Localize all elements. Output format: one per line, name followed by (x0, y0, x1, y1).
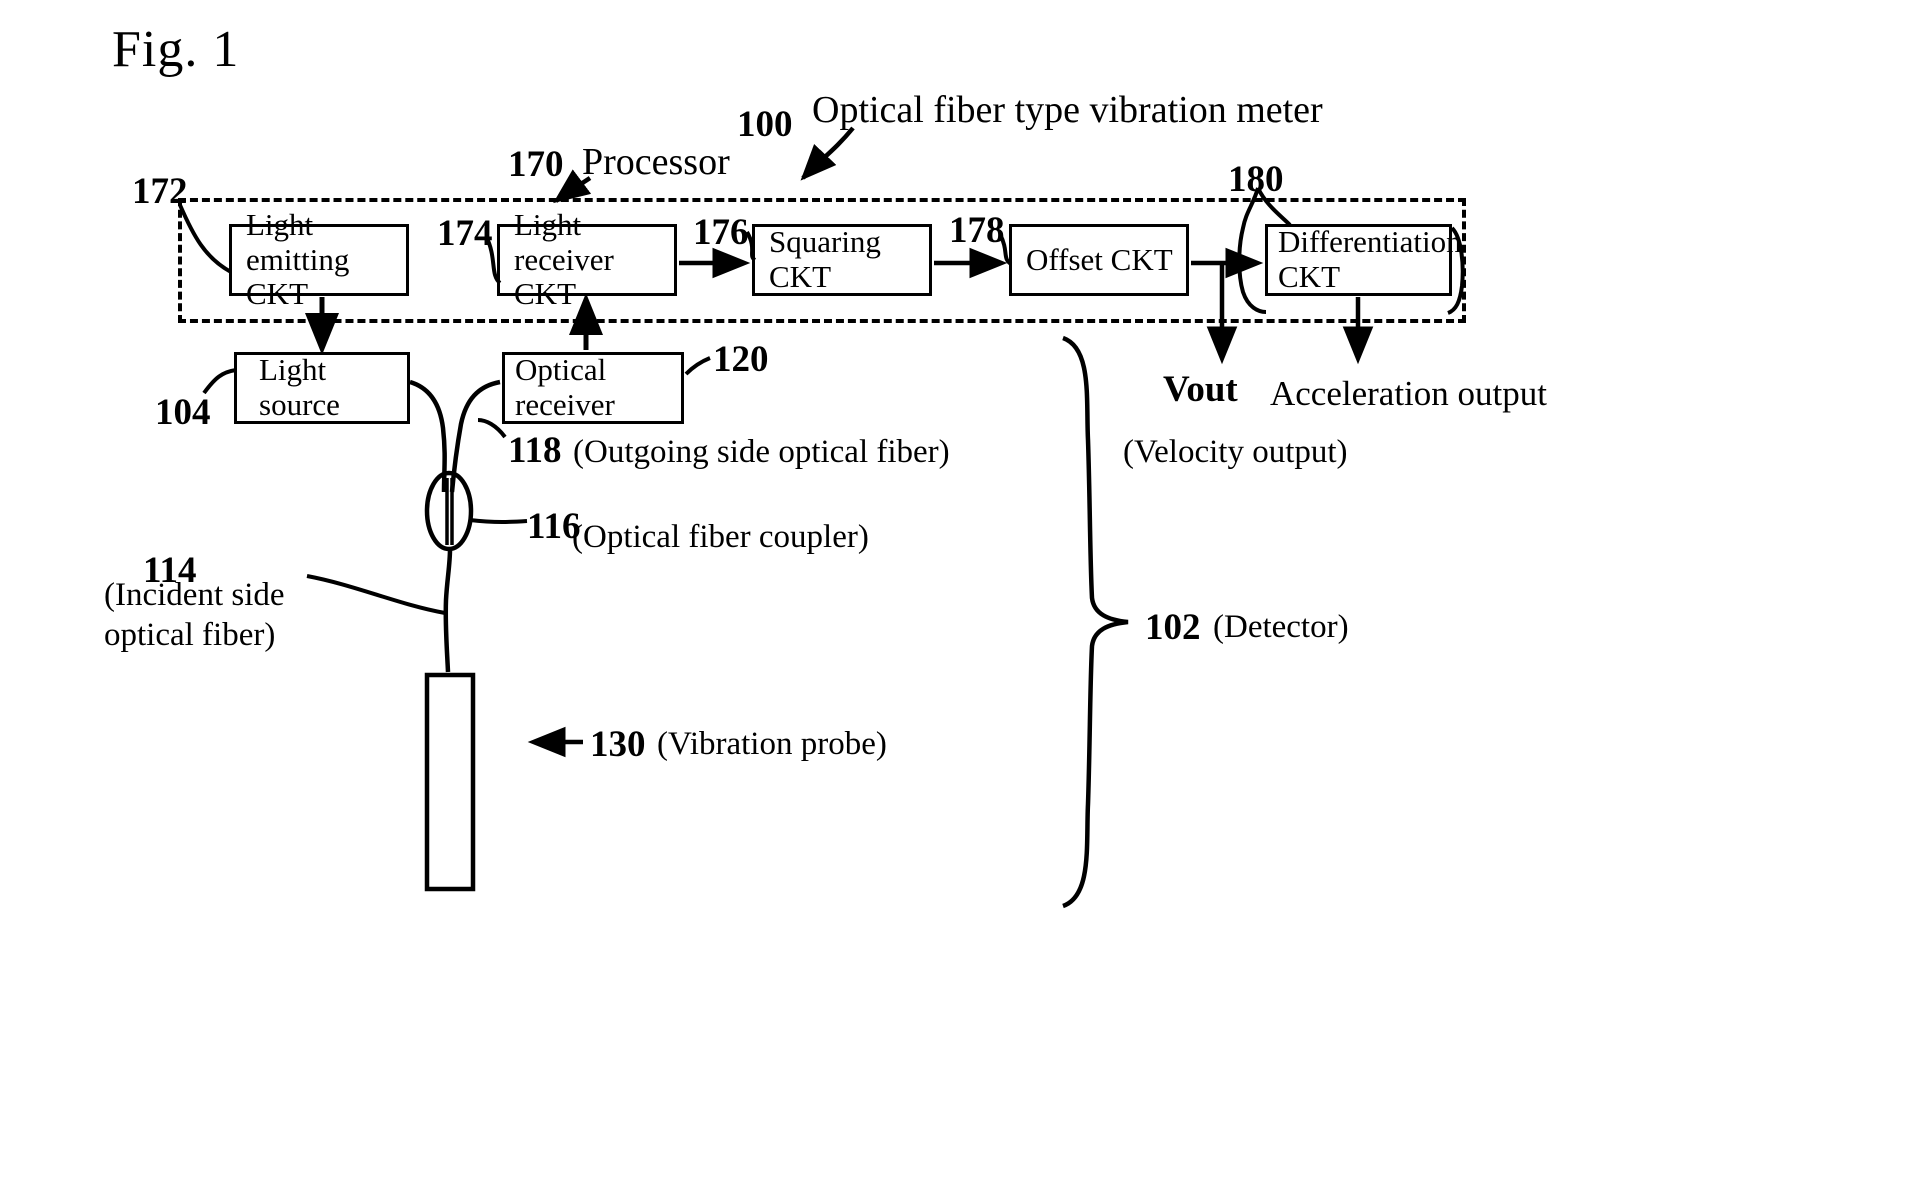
incident-side-optical-fiber-top (409, 379, 447, 493)
figure-label: Fig. 1 (112, 21, 240, 78)
differentiation-ckt-label: Differentiation CKT (1268, 224, 1462, 294)
squaring-ckt-label: Squaring CKT (755, 224, 881, 294)
optical-fiber-coupler-ellipse (424, 470, 474, 552)
figure-title: Optical fiber type vibration meter (812, 89, 1323, 131)
light-emitting-ckt-line1: Light (246, 206, 314, 242)
incident-fiber-line2: optical fiber) (104, 617, 276, 653)
leader-120 (684, 356, 711, 376)
fiber-to-probe (443, 548, 453, 673)
squaring-ckt-box[interactable]: Squaring CKT (752, 224, 932, 296)
differentiation-ckt-line1: Differentiation (1278, 224, 1462, 260)
optical-receiver-box[interactable]: Optical receiver (502, 352, 684, 424)
light-source-box[interactable]: Light source (234, 352, 410, 424)
vibration-probe-rect (424, 672, 476, 892)
ref-104: 104 (155, 392, 211, 433)
ref-102: 102 (1145, 607, 1201, 648)
light-receiver-ckt-line2: receiver CKT (514, 241, 614, 312)
coupler-annotation: (Optical fiber coupler) (572, 519, 869, 555)
differentiation-ckt-line2: CKT (1278, 259, 1340, 294)
ref-170: 170 (508, 144, 564, 185)
light-emitting-ckt-line2: emitting CKT (246, 241, 350, 312)
ref-118: 118 (508, 430, 562, 471)
detector-annotation: (Detector) (1213, 609, 1349, 645)
diagram-vector-layer (178, 126, 1465, 909)
detector-brace (1062, 335, 1129, 909)
vout-label: Vout (1163, 369, 1238, 410)
light-receiver-ckt-line1: Light (514, 206, 582, 242)
light-receiver-ckt-box[interactable]: Light receiver CKT (497, 207, 677, 311)
ref-120: 120 (713, 339, 769, 380)
leader-104 (202, 368, 237, 395)
leader-118 (477, 418, 507, 439)
optical-receiver-label: Optical receiver (515, 352, 615, 422)
leader-114 (306, 574, 446, 615)
squaring-ckt-line1: Squaring (769, 224, 881, 260)
title-leader-arrow (800, 126, 855, 181)
vibration-probe-annotation: (Vibration probe) (657, 726, 887, 762)
light-emitting-ckt-box[interactable]: Light emitting CKT (229, 207, 409, 311)
light-emitting-ckt-label: Light emitting CKT (232, 206, 406, 312)
patent-figure-page: Fig. 1 Optical fiber type vibration mete… (0, 0, 1914, 1198)
ref-100: 100 (737, 104, 793, 145)
light-source-label: Light source (259, 352, 340, 422)
offset-ckt-line1: Offset CKT (1026, 241, 1173, 277)
velocity-output-annotation: (Velocity output) (1123, 434, 1348, 470)
offset-ckt-box[interactable]: Offset CKT (1009, 224, 1189, 296)
ref-130: 130 (590, 724, 646, 765)
outgoing-side-optical-fiber (449, 379, 501, 493)
light-receiver-ckt-label: Light receiver CKT (500, 206, 674, 312)
processor-label: Processor (582, 141, 730, 183)
leader-116 (469, 518, 528, 524)
offset-ckt-label: Offset CKT (1012, 241, 1173, 278)
incident-fiber-line1: (Incident side (104, 577, 285, 613)
ref-180: 180 (1228, 159, 1284, 200)
acceleration-output-annotation: Acceleration output (1270, 374, 1547, 413)
squaring-ckt-line2: CKT (769, 259, 831, 294)
outgoing-fiber-annotation: (Outgoing side optical fiber) (573, 434, 950, 470)
differentiation-ckt-box[interactable]: Differentiation CKT (1265, 224, 1462, 296)
